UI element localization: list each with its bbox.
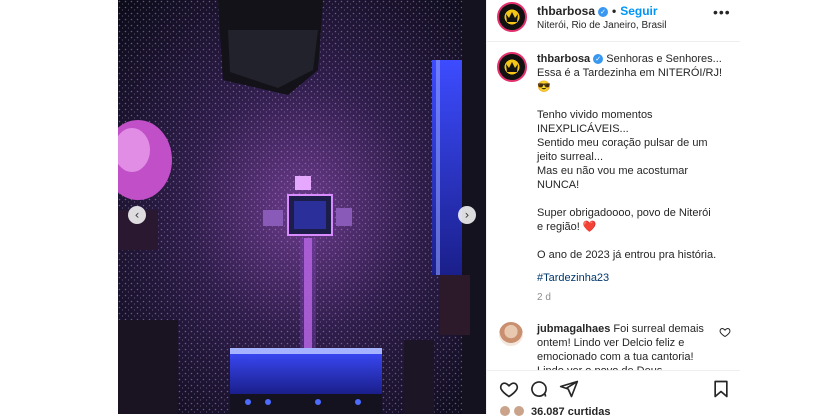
carousel-prev-button[interactable]: ‹ bbox=[128, 206, 146, 224]
follow-button[interactable]: Seguir bbox=[620, 4, 657, 18]
more-icon[interactable]: ••• bbox=[713, 4, 731, 20]
author-username[interactable]: thbarbosa bbox=[537, 4, 595, 18]
concert-aerial-photo bbox=[118, 0, 486, 414]
verified-icon: ✓ bbox=[598, 7, 609, 17]
comment-icon[interactable] bbox=[529, 379, 549, 399]
post-header: thbarbosa ✓ • Seguir Niterói, Rio de Janeir… bbox=[487, 0, 741, 42]
caption-text: thbarbosa ✓ Senhoras e Senhores... Essa é… bbox=[537, 52, 733, 262]
likes-summary[interactable]: 36.087 curtidas bbox=[499, 405, 611, 418]
likes-count[interactable]: 36.087 curtidas bbox=[531, 406, 611, 418]
share-icon[interactable] bbox=[559, 379, 579, 399]
heart-icon[interactable] bbox=[719, 326, 731, 338]
comment-username[interactable]: jubmagalhaes bbox=[537, 323, 610, 335]
bookmark-icon[interactable] bbox=[711, 379, 731, 399]
separator-dot: • bbox=[612, 4, 617, 18]
liker-avatar bbox=[499, 405, 511, 417]
action-bar: 36.087 curtidas bbox=[487, 370, 741, 418]
post-viewer: ‹ › thbarbosa ✓ • Seguir Niterói, Rio de Ja… bbox=[0, 0, 828, 418]
crown-logo-icon bbox=[506, 12, 518, 22]
carousel-next-button[interactable]: › bbox=[458, 206, 476, 224]
caption-author-avatar[interactable] bbox=[497, 52, 527, 82]
chevron-left-icon: ‹ bbox=[134, 208, 140, 222]
author-avatar[interactable] bbox=[497, 2, 527, 32]
chevron-right-icon: › bbox=[464, 208, 470, 222]
caption-hashtag[interactable]: #Tardezinha23 bbox=[537, 272, 609, 284]
verified-icon: ✓ bbox=[593, 54, 604, 64]
post-timestamp[interactable]: 2 d bbox=[537, 292, 551, 303]
post-caption: thbarbosa ✓ Senhoras e Senhores... Essa é… bbox=[487, 44, 741, 314]
crown-logo-icon bbox=[506, 62, 518, 72]
caption-username[interactable]: thbarbosa bbox=[537, 53, 590, 65]
post-image[interactable] bbox=[118, 0, 486, 414]
heart-icon[interactable] bbox=[499, 379, 519, 399]
post-location[interactable]: Niterói, Rio de Janeiro, Brasil bbox=[537, 20, 667, 31]
comment-item: jubmagalhaes Foi surreal demais ontem! L… bbox=[487, 316, 741, 370]
author-line: thbarbosa ✓ • Seguir bbox=[537, 4, 658, 18]
liker-avatar bbox=[513, 405, 525, 417]
comment-text: jubmagalhaes Foi surreal demais ontem! L… bbox=[537, 322, 713, 370]
post-side-panel: thbarbosa ✓ • Seguir Niterói, Rio de Janeir… bbox=[486, 0, 741, 418]
caption-body: Senhoras e Senhores... Essa é a Tardezin… bbox=[537, 53, 723, 261]
page-background bbox=[740, 0, 828, 414]
commenter-avatar[interactable] bbox=[499, 322, 523, 346]
